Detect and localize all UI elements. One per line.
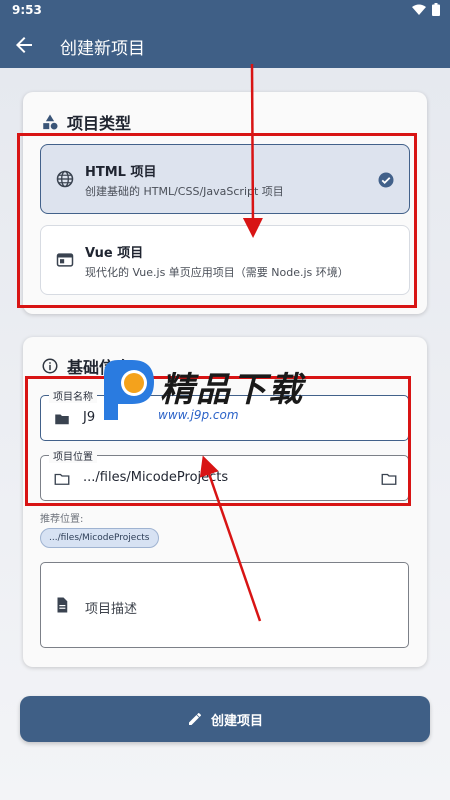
pencil-icon [188,713,201,725]
wifi-icon [412,4,426,15]
category-icon [43,114,58,130]
info-icon [42,358,58,374]
watermark-text: 精品下载 [160,370,304,410]
project-description-field[interactable]: 项目描述 [40,562,409,648]
suggested-location-label: 推荐位置: [40,514,84,525]
project-description-placeholder: 项目描述 [85,602,138,617]
project-type-heading: 项目类型 [67,114,132,133]
project-type-header: 项目类型 [41,110,131,134]
annotation-box-type [17,133,417,308]
status-icons [412,3,440,16]
watermark-url: www.j9p.com [158,408,239,422]
suggested-location-chip[interactable]: .../files/MicodeProjects [40,528,159,548]
app-bar: 创建新项目 [0,22,450,68]
description-icon [57,597,68,613]
create-project-button[interactable]: 创建项目 [20,696,430,742]
page-title: 创建新项目 [60,39,145,59]
watermark: 精品下载 www.j9p.com [98,356,358,444]
arrow-left-icon[interactable] [12,33,36,57]
status-time: 9:53 [12,3,42,17]
battery-icon [432,3,440,16]
create-project-label: 创建项目 [210,713,263,729]
status-bar: 9:53 [0,0,450,22]
watermark-logo-icon [104,360,154,420]
